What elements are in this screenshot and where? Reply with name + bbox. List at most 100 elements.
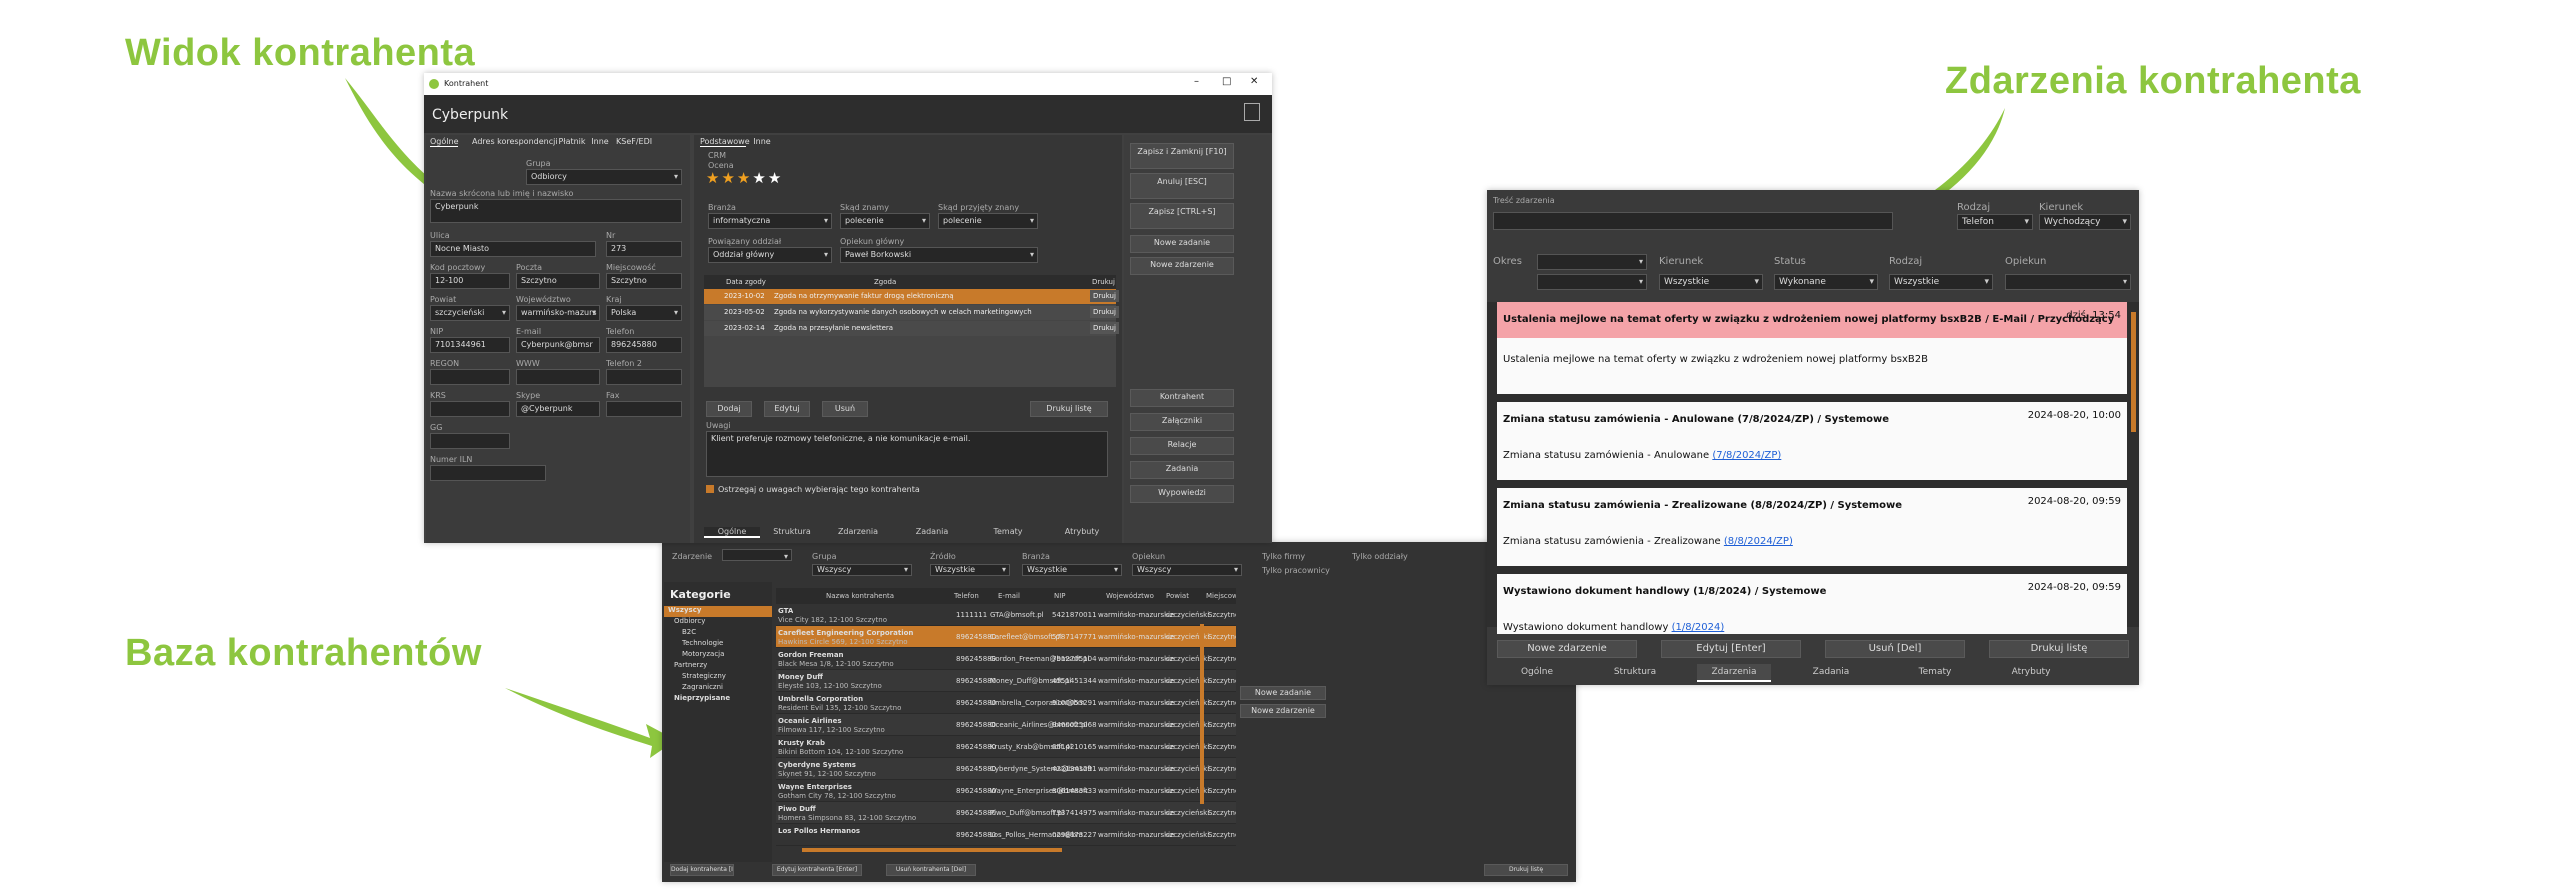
- minimize-icon[interactable]: –: [1194, 76, 1199, 87]
- iln-field[interactable]: [430, 465, 546, 481]
- base-new-task-button[interactable]: Nowe zadanie: [1240, 686, 1326, 700]
- consent-delete-button[interactable]: Usuń: [822, 401, 868, 417]
- consent-print-button[interactable]: Drukuj: [1090, 290, 1119, 302]
- new-task-button[interactable]: Nowe zadanie: [1130, 235, 1234, 253]
- event-card-0[interactable]: Ustalenia mejlowe na temat oferty w zwią…: [1497, 302, 2127, 394]
- star-icon[interactable]: ★: [752, 169, 767, 187]
- notes-checkbox[interactable]: [706, 485, 714, 493]
- attachments-button[interactable]: Załączniki: [1130, 413, 1234, 431]
- consent-row[interactable]: 2023-02-14 Zgoda na przesyłanie newslette…: [704, 321, 1119, 336]
- kontrahent-button[interactable]: Kontrahent: [1130, 389, 1234, 407]
- add-contractor-button[interactable]: Dodaj kontrahenta [Ins]: [670, 864, 734, 876]
- phone2-field[interactable]: [606, 369, 682, 385]
- table-row[interactable]: Carefleet Engineering Corporation 8962458…: [776, 626, 1236, 648]
- keeper2-select[interactable]: [2005, 274, 2131, 290]
- events-edit-button[interactable]: Edytuj [Enter]: [1661, 640, 1801, 658]
- events-new-button[interactable]: Nowe zdarzenie: [1497, 640, 1637, 658]
- status-select[interactable]: Wykonane: [1774, 274, 1878, 290]
- table-row[interactable]: Cyberdyne Systems 896245880 Cyberdyne_Syst…: [776, 758, 1236, 780]
- category-item[interactable]: Nieprzypisane: [664, 694, 772, 705]
- table-row[interactable]: Los Pollos Hermanos 896245880 Los_Pollos_H…: [776, 824, 1236, 846]
- consent-row[interactable]: 2023-10-02 Zgoda na otrzymywanie faktur d…: [704, 289, 1119, 304]
- new-event-button[interactable]: Nowe zdarzenie: [1130, 257, 1234, 275]
- table-hscroll[interactable]: [802, 848, 1062, 852]
- th-city[interactable]: Miejscowość: [1206, 592, 1236, 600]
- event-card-1[interactable]: Zmiana statusu zamówienia - Anulowane (7…: [1497, 402, 2127, 480]
- group-select[interactable]: Odbiorcy: [526, 169, 682, 185]
- county-select[interactable]: szczycieński: [430, 305, 510, 321]
- content-field[interactable]: [1493, 212, 1893, 230]
- source-select[interactable]: polecenie: [840, 213, 930, 229]
- save-close-button[interactable]: Zapisz i Zamknij [F10]: [1130, 143, 1234, 169]
- period-to[interactable]: [1537, 274, 1647, 290]
- events-tab-tematy[interactable]: Tematy: [1905, 667, 1965, 677]
- filter-branza[interactable]: Wszystkie: [1022, 564, 1122, 576]
- notes-field[interactable]: Klient preferuje rozmowy telefoniczne, a…: [706, 431, 1108, 477]
- short-name-field[interactable]: Cyberpunk: [430, 199, 682, 223]
- close-icon[interactable]: ✕: [1250, 76, 1258, 87]
- table-row[interactable]: Piwo Duff 896245880 Piwo_Duff@bmsoft.pl 793…: [776, 802, 1236, 824]
- table-row[interactable]: Umbrella Corporation 896245880 Umbrella_Co…: [776, 692, 1236, 714]
- menu-icon[interactable]: [1244, 103, 1260, 121]
- event-link-1[interactable]: (7/8/2024/ZP): [1712, 450, 1781, 461]
- star-icon[interactable]: ★: [737, 169, 752, 187]
- bottom-tab-zdarzenia[interactable]: Zdarzenia: [830, 527, 886, 536]
- tab-adres[interactable]: Adres korespondencji: [472, 137, 558, 146]
- bottom-tab-zadania[interactable]: Zadania: [904, 527, 960, 536]
- category-item[interactable]: Strategiczny: [664, 672, 772, 683]
- tab-inne[interactable]: Inne: [590, 137, 610, 146]
- street-field[interactable]: Nocne Miasto: [430, 241, 596, 257]
- consent-print-button[interactable]: Drukuj: [1090, 306, 1119, 318]
- th-tel[interactable]: Telefon: [954, 592, 979, 600]
- rating-stars[interactable]: ★★★★★: [706, 169, 783, 187]
- statements-button[interactable]: Wypowiedzi: [1130, 485, 1234, 503]
- cancel-button[interactable]: Anuluj [ESC]: [1130, 173, 1234, 199]
- event-link-2[interactable]: (8/8/2024/ZP): [1724, 536, 1793, 547]
- events-scrollbar[interactable]: [2131, 312, 2136, 432]
- tasks-button[interactable]: Zadania: [1130, 461, 1234, 479]
- category-item[interactable]: Partnerzy: [664, 661, 772, 672]
- category-item[interactable]: Motoryzacja: [664, 650, 772, 661]
- consent-print-button[interactable]: Drukuj: [1090, 322, 1119, 334]
- consent-add-button[interactable]: Dodaj: [706, 401, 752, 417]
- events-tab-zadania[interactable]: Zadania: [1801, 667, 1861, 677]
- nip-field[interactable]: 7101344961: [430, 337, 510, 353]
- base-new-event-button[interactable]: Nowe zdarzenie: [1240, 704, 1326, 718]
- events-tab-struktura[interactable]: Struktura: [1605, 667, 1665, 677]
- tab-podstawowe[interactable]: Podstawowe: [700, 137, 750, 147]
- voiv-select[interactable]: warmińsko-mazurs: [516, 305, 600, 321]
- email-field[interactable]: Cyberpunk@bmsr: [516, 337, 600, 353]
- www-field[interactable]: [516, 369, 600, 385]
- bottom-tab-atrybuty[interactable]: Atrybuty: [1054, 527, 1110, 536]
- base-print-list-button[interactable]: Drukuj listę: [1484, 864, 1568, 876]
- filter-grupa[interactable]: Wszyscy: [812, 564, 912, 576]
- event-card-2[interactable]: Zmiana statusu zamówienia - Zrealizowane…: [1497, 488, 2127, 566]
- source2-select[interactable]: polecenie: [938, 213, 1038, 229]
- events-delete-button[interactable]: Usuń [Del]: [1825, 640, 1965, 658]
- filter-zdarzenie[interactable]: [722, 549, 792, 561]
- category-item[interactable]: B2C: [664, 628, 772, 639]
- no-field[interactable]: 273: [606, 241, 682, 257]
- bottom-tab-struktura[interactable]: Struktura: [764, 527, 820, 536]
- industry-select[interactable]: informatyczna: [708, 213, 832, 229]
- star-icon[interactable]: ★: [768, 169, 783, 187]
- period-from[interactable]: [1537, 254, 1647, 270]
- event-card-3[interactable]: Wystawiono dokument handlowy (1/8/2024) …: [1497, 574, 2127, 634]
- fax-field[interactable]: [606, 401, 682, 417]
- dir2-select[interactable]: Wszystkie: [1659, 274, 1763, 290]
- relations-button[interactable]: Relacje: [1130, 437, 1234, 455]
- events-tab-zdarzenia[interactable]: Zdarzenia: [1697, 664, 1771, 682]
- th-woj[interactable]: Województwo: [1106, 592, 1154, 600]
- city-field[interactable]: Szczytno: [606, 273, 682, 289]
- th-mail[interactable]: E-mail: [998, 592, 1020, 600]
- phone-field[interactable]: 896245880: [606, 337, 682, 353]
- keeper-select[interactable]: Paweł Borkowski: [840, 247, 1038, 263]
- tab-ksef[interactable]: KSeF/EDI: [616, 137, 652, 146]
- maximize-icon[interactable]: □: [1222, 76, 1231, 87]
- skype-field[interactable]: @Cyberpunk: [516, 401, 600, 417]
- th-pow[interactable]: Powiat: [1166, 592, 1189, 600]
- regon-field[interactable]: [430, 369, 510, 385]
- events-print-button[interactable]: Drukuj listę: [1989, 640, 2129, 658]
- category-item[interactable]: Technologie: [664, 639, 772, 650]
- star-icon[interactable]: ★: [706, 169, 721, 187]
